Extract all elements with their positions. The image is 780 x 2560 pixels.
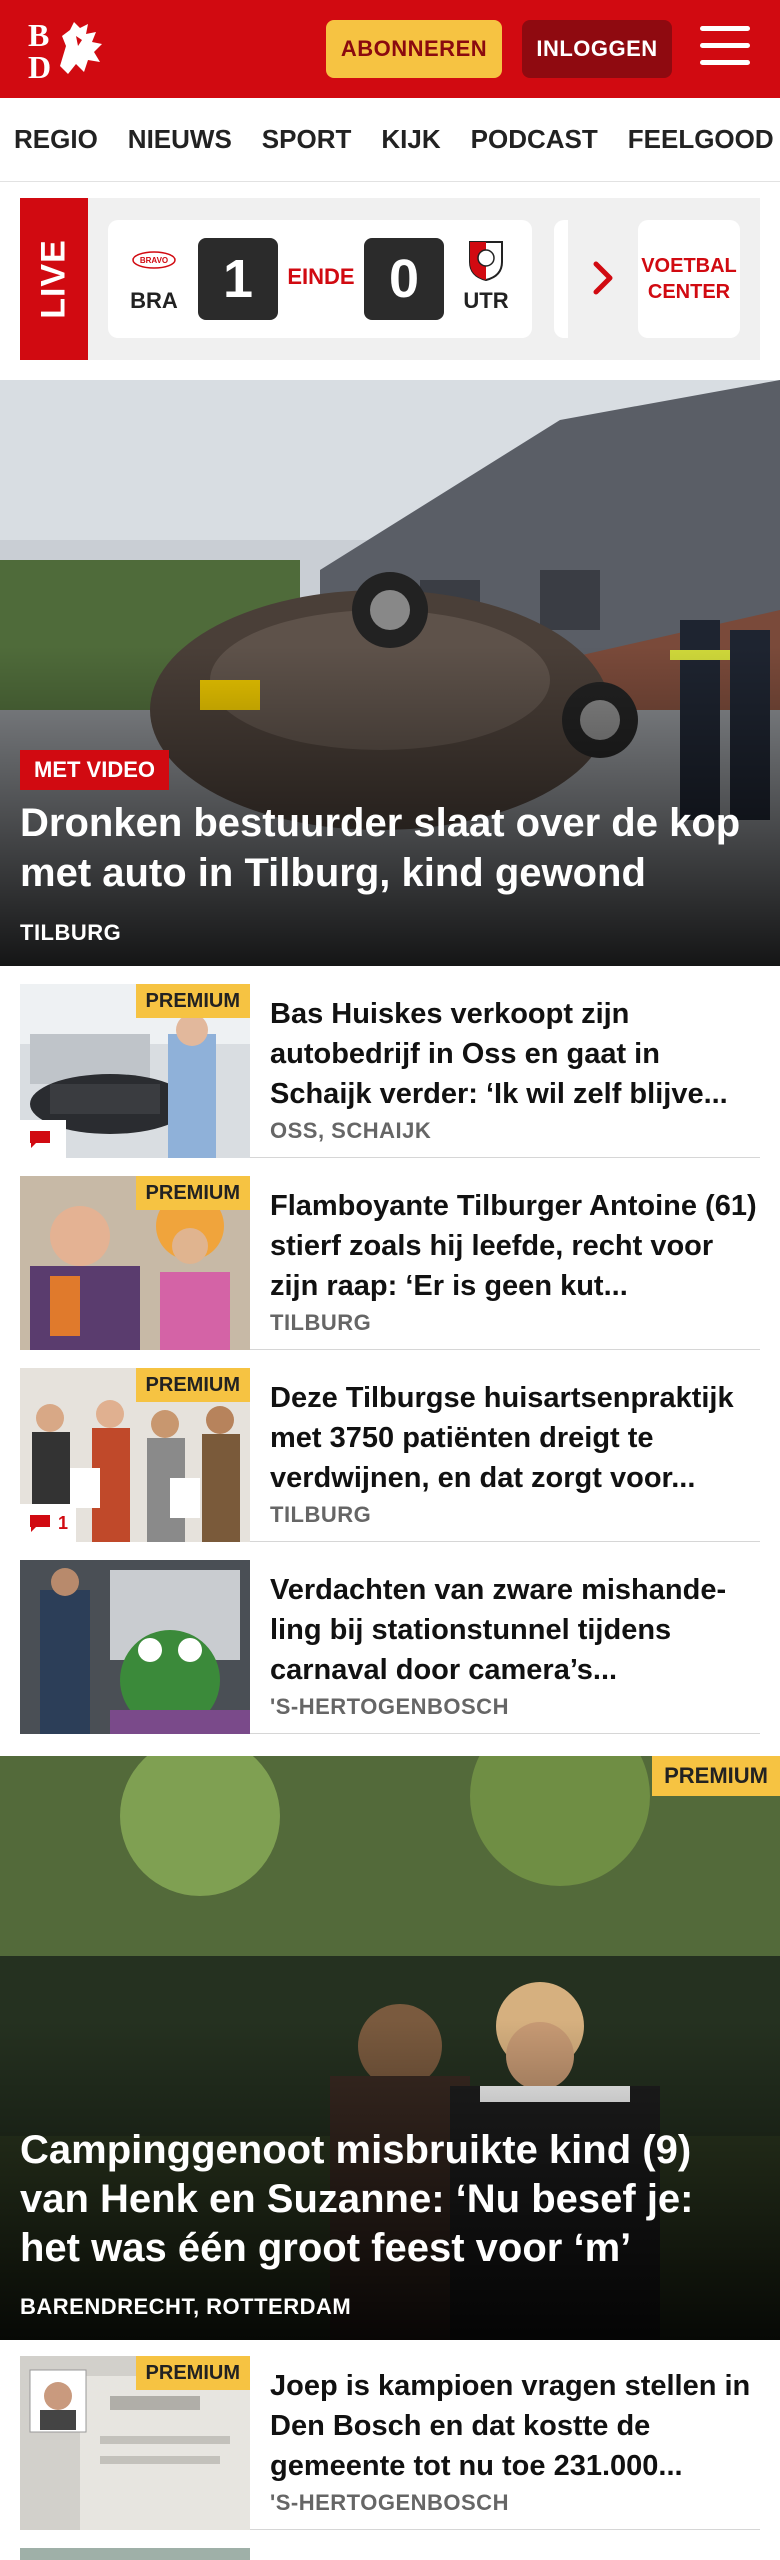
nav-item-kijk[interactable]: KIJK (381, 124, 440, 155)
nav-item-feelgood[interactable]: FEELGOOD (628, 124, 774, 155)
featured-title[interactable]: Campinggenoot misbruikte kind (9) van He… (20, 2126, 760, 2273)
live-label: LIVE (20, 198, 88, 360)
comment-icon (30, 1515, 50, 1532)
article-location: TILBURG (270, 1502, 372, 1527)
away-score: 0 (364, 238, 444, 320)
match-status: EINDE (287, 264, 355, 289)
comment-badge (20, 1120, 66, 1158)
logo-link[interactable]: B D (26, 16, 116, 85)
article-location: 'S-HERTOGENBOSCH (270, 2490, 509, 2515)
bravo-crest-icon: BRAVO (131, 240, 177, 280)
article-title[interactable]: Bas Huiskes verkoopt zijn autobedrijf in… (270, 994, 760, 1114)
main-nav: REGIO NIEUWS SPORT KIJK PODCAST FEELGOOD (0, 98, 780, 182)
nav-item-sport[interactable]: SPORT (262, 124, 352, 155)
nav-item-nieuws[interactable]: NIEUWS (128, 124, 232, 155)
video-badge: MET VIDEO (20, 750, 170, 790)
article-title[interactable]: Joep is kampioen vragen stellen in Den B… (270, 2366, 760, 2486)
home-team-abbr: BRA (130, 288, 178, 313)
site-header: B D ABONNEREN INLOGGEN (0, 0, 780, 98)
article-thumbnail: PREMIUM (20, 1176, 250, 1350)
match-card[interactable]: BRAVO BRA 1 EINDE 0 UTR (108, 220, 532, 338)
utrecht-crest-icon (463, 240, 509, 282)
premium-badge: PREMIUM (135, 2356, 250, 2390)
away-team-abbr: UTR (463, 288, 509, 313)
article-location: OSS, SCHAIJK (270, 1118, 432, 1143)
svg-text:BRAVO: BRAVO (140, 256, 168, 265)
next-match-card[interactable] (554, 220, 568, 338)
list-item[interactable]: PREMIUM 1 Deze Tilburgse huisartsenprak­… (20, 1368, 760, 1542)
article-thumbnail (20, 1560, 250, 1734)
hero-title[interactable]: Dronken bestuurder slaat over de kop met… (20, 798, 760, 898)
subscribe-button[interactable]: ABONNEREN (326, 20, 502, 78)
hero-location: TILBURG (20, 920, 122, 945)
home-team: BRAVO BRA (124, 240, 184, 314)
hero-article[interactable]: MET VIDEO Dronken bestuurder slaat over … (0, 380, 780, 966)
bd-logo-icon: B D (28, 17, 102, 85)
svg-text:D: D (28, 49, 51, 82)
premium-badge: PREMIUM (135, 1368, 250, 1402)
svg-text:B: B (28, 17, 49, 53)
away-team: UTR (456, 240, 516, 314)
article-location: TILBURG (270, 1310, 372, 1335)
article-thumbnail: PREMIUM (20, 984, 250, 1158)
featured-location: BARENDRECHT, ROTTERDAM (20, 2294, 352, 2319)
home-score: 1 (198, 238, 278, 320)
menu-icon[interactable] (700, 26, 750, 72)
premium-badge: PREMIUM (135, 984, 250, 1018)
article-title[interactable]: Verdachten van zware mishande­ling bij s… (270, 1570, 760, 1690)
article-thumbnail: PREMIUM (20, 2356, 250, 2530)
featured-article[interactable]: PREMIUM Campinggenoot misbruikte kind (9… (0, 1756, 780, 2340)
list-item[interactable]: Verdachten van zware mishande­ling bij s… (20, 1560, 760, 1734)
premium-badge: PREMIUM (135, 1176, 250, 1210)
list-item[interactable]: PREMIUM Flamboyante Tilburger Antoine (6… (20, 1176, 760, 1350)
voetbal-center-link[interactable]: VOETBAL CENTER (638, 220, 740, 338)
article-location: 'S-HERTOGENBOSCH (270, 1694, 509, 1719)
comment-badge: 1 (20, 1504, 77, 1542)
next-article-thumbnail (20, 2548, 250, 2560)
article-thumbnail: PREMIUM 1 (20, 1368, 250, 1542)
nav-item-regio[interactable]: REGIO (14, 124, 98, 155)
login-button[interactable]: INLOGGEN (522, 20, 672, 78)
chevron-right-icon[interactable] (588, 260, 618, 296)
live-scores-bar: LIVE BRAVO BRA 1 EINDE 0 UTR VOETBAL CEN… (20, 198, 760, 360)
article-title[interactable]: Deze Tilburgse huisartsenprak­tijk met 3… (270, 1378, 760, 1498)
list-item[interactable]: PREMIUM Bas Huiskes verkoopt zijn autobe… (20, 984, 760, 1158)
article-title[interactable]: Flamboyante Tilburger Antoine (61) stier… (270, 1186, 760, 1306)
list-item[interactable]: PREMIUM Joep is kampioen vragen stellen … (20, 2356, 760, 2530)
comment-icon (30, 1131, 50, 1148)
nav-item-podcast[interactable]: PODCAST (471, 124, 598, 155)
premium-badge: PREMIUM (652, 1756, 780, 1796)
